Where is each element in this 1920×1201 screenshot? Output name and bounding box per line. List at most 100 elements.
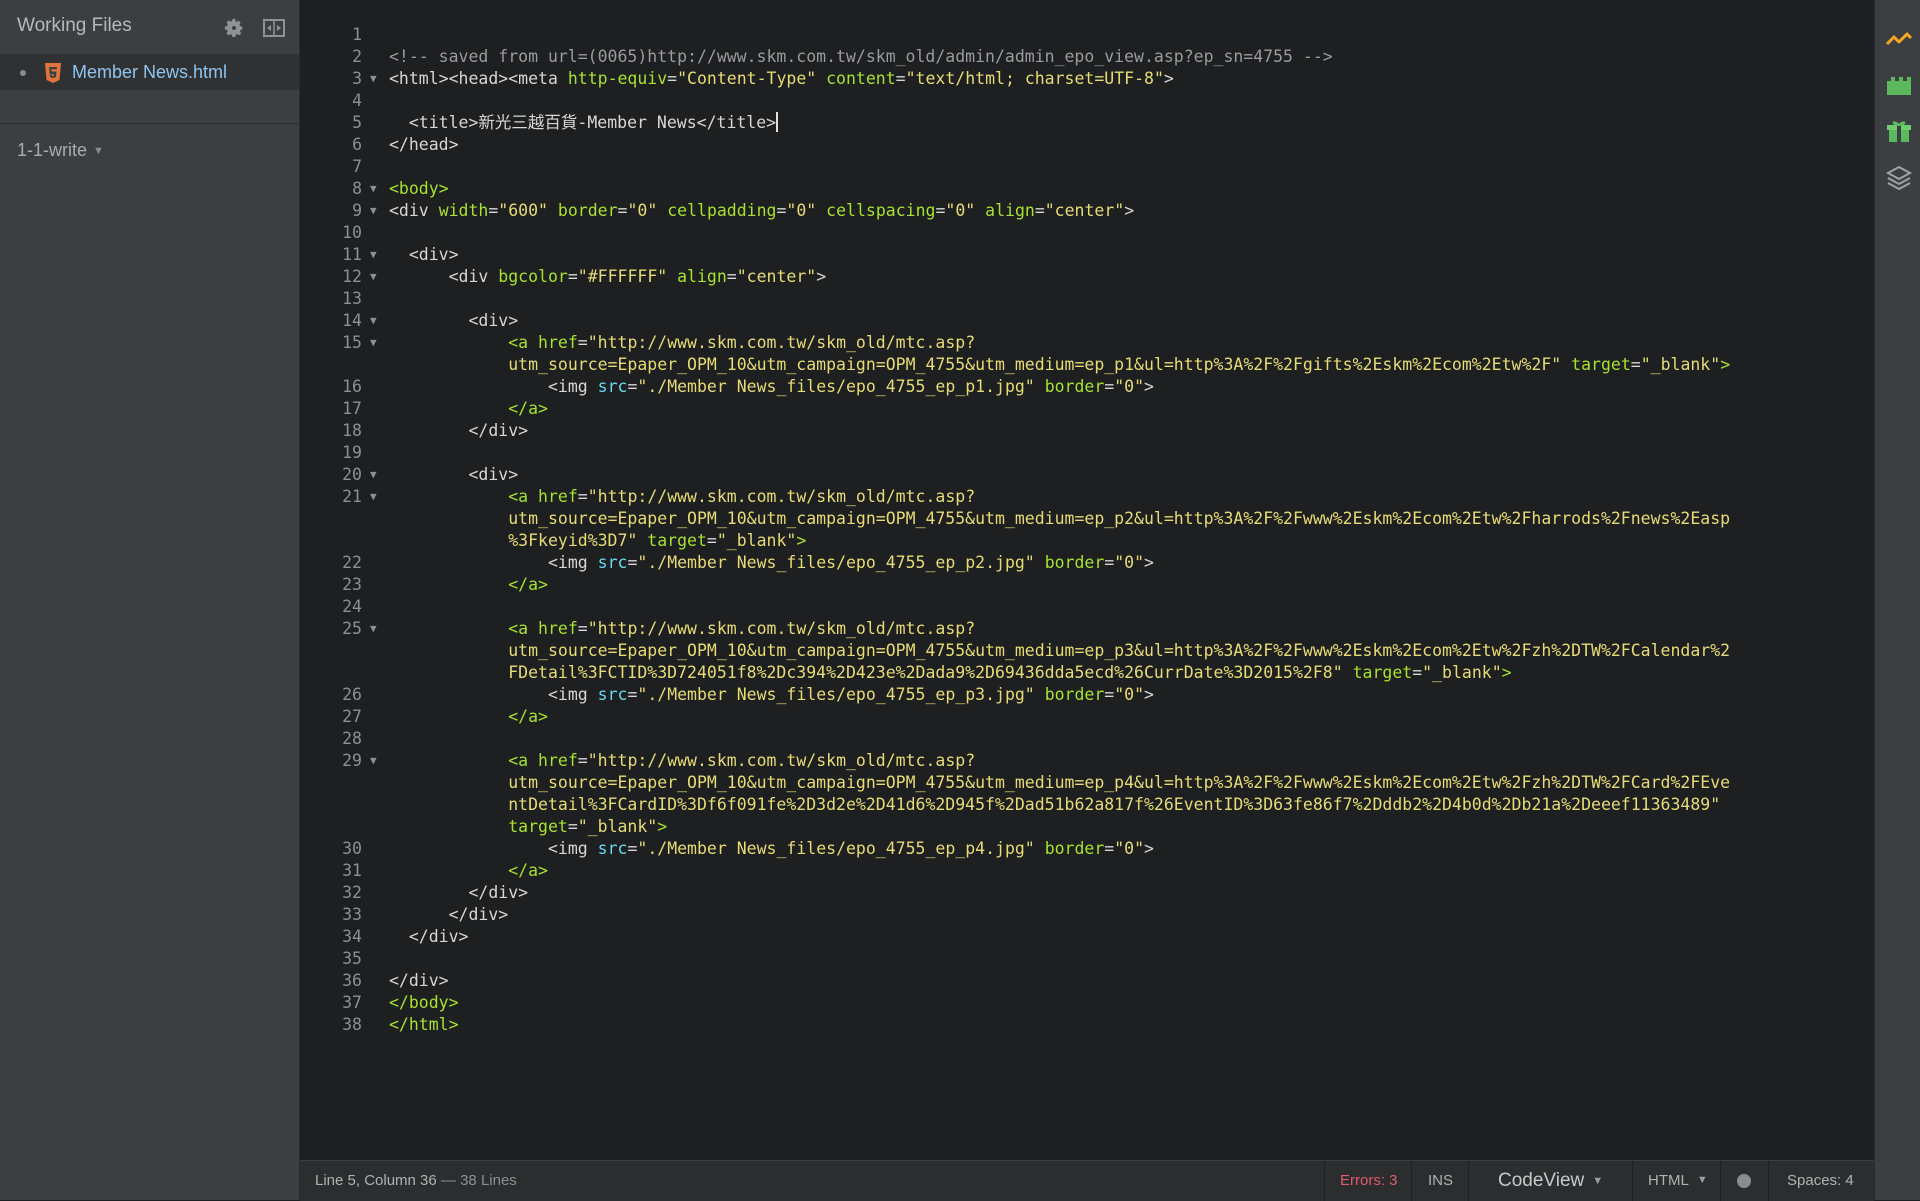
line-number: 26 <box>342 685 362 704</box>
code-editor[interactable]: 1 2 <!-- saved from url=(0065)http://www.… <box>300 0 1874 1160</box>
chevron-down-icon: ▼ <box>93 145 104 157</box>
fold-arrow-icon[interactable]: ▼ <box>370 178 377 200</box>
line-number: 33 <box>342 905 362 924</box>
code-line: 24 <box>300 596 1874 618</box>
line-number: 29 <box>342 751 362 770</box>
code-text: <div> <box>389 465 519 484</box>
code-line: 11 ▼ <div> <box>300 244 1874 266</box>
cursor-position-text: Line 5, Column 36 <box>315 1172 437 1189</box>
gear-icon[interactable] <box>223 17 245 39</box>
code-line: 7 <box>300 156 1874 178</box>
code-text: </a> <box>389 575 548 594</box>
line-number: 37 <box>342 993 362 1012</box>
code-line: 19 <box>300 442 1874 464</box>
line-number: 38 <box>342 1015 362 1034</box>
line-number: 32 <box>342 883 362 902</box>
line-number: 27 <box>342 707 362 726</box>
code-line: 37 </body> <box>300 992 1874 1014</box>
file-bullet-icon <box>20 70 26 76</box>
file-name[interactable]: Member News.html <box>72 62 227 83</box>
layers-icon[interactable] <box>1885 164 1913 192</box>
code-text: %3Fkeyid%3D7" target="_blank"> <box>508 531 807 550</box>
extension-manager-icon[interactable] <box>1885 71 1913 99</box>
fold-arrow-icon[interactable]: ▼ <box>370 244 377 266</box>
code-line: 25 ▼ <a href="http://www.skm.com.tw/skm_o… <box>300 618 1874 640</box>
line-number: 6 <box>352 135 362 154</box>
line-number: 34 <box>342 927 362 946</box>
code-text: <div> <box>389 311 519 330</box>
code-line-wrap: utm_source=Epaper_OPM_10&utm_campaign=OP… <box>300 508 1874 530</box>
status-divider <box>1720 1161 1721 1201</box>
code-line: 8 ▼ <body> <box>300 178 1874 200</box>
line-number: 12 <box>342 267 362 286</box>
fold-arrow-icon[interactable]: ▼ <box>370 332 377 354</box>
fold-arrow-icon[interactable]: ▼ <box>370 266 377 288</box>
line-number: 8 <box>352 179 362 198</box>
code-text: </div> <box>389 927 469 946</box>
live-preview-icon[interactable] <box>1885 26 1913 54</box>
code-text: <img src="./Member News_files/epo_4755_e… <box>547 685 1154 704</box>
line-number: 35 <box>342 949 362 968</box>
code-line: 14 ▼ <div> <box>300 310 1874 332</box>
errors-indicator[interactable]: Errors: 3 <box>1340 1172 1398 1189</box>
code-text: </a> <box>389 399 548 418</box>
fold-arrow-icon[interactable]: ▼ <box>370 618 377 640</box>
code-line: 1 <box>300 24 1874 46</box>
fold-arrow-icon[interactable]: ▼ <box>370 486 377 508</box>
line-number: 20 <box>342 465 362 484</box>
code-text: utm_source=Epaper_OPM_10&utm_campaign=OP… <box>508 773 1731 792</box>
code-line: 5 <title>新光三越百貨-Member News</title> <box>300 112 1874 134</box>
code-line: 12 ▼ <div bgcolor="#FFFFFF" align="center… <box>300 266 1874 288</box>
line-number: 4 <box>352 91 362 110</box>
code-text: utm_source=Epaper_OPM_10&utm_campaign=OP… <box>508 509 1731 528</box>
code-line-wrap: utm_source=Epaper_OPM_10&utm_campaign=OP… <box>300 772 1874 794</box>
code-text: </html> <box>389 1015 459 1034</box>
code-line-wrap: utm_source=Epaper_OPM_10&utm_campaign=OP… <box>300 354 1874 376</box>
code-line: 35 <box>300 948 1874 970</box>
line-number: 28 <box>342 729 362 748</box>
fold-arrow-icon[interactable]: ▼ <box>370 200 377 222</box>
split-view-icon[interactable] <box>263 18 285 38</box>
fold-arrow-icon[interactable]: ▼ <box>370 310 377 332</box>
line-number: 5 <box>352 113 362 132</box>
code-line: 2 <!-- saved from url=(0065)http://www.sk… <box>300 46 1874 68</box>
cursor-position: Line 5, Column 36 — 38 Lines <box>315 1172 517 1189</box>
line-number: 1 <box>352 25 362 44</box>
insert-mode-toggle[interactable]: INS <box>1428 1172 1453 1189</box>
code-line: 18 </div> <box>300 420 1874 442</box>
line-number: 19 <box>342 443 362 462</box>
code-line: 29 ▼ <a href="http://www.skm.com.tw/skm_o… <box>300 750 1874 772</box>
status-divider <box>1632 1161 1633 1201</box>
line-number: 3 <box>352 69 362 88</box>
fold-arrow-icon[interactable]: ▼ <box>370 68 377 90</box>
gift-icon[interactable] <box>1885 117 1913 145</box>
project-name: 1-1-write <box>17 140 88 160</box>
status-divider <box>1768 1161 1769 1201</box>
code-line: 30 <img src="./Member News_files/epo_475… <box>300 838 1874 860</box>
line-number: 13 <box>342 289 362 308</box>
fold-arrow-icon[interactable]: ▼ <box>370 750 377 772</box>
view-mode-dropdown[interactable]: CodeView ▼ <box>1498 1170 1603 1192</box>
project-dropdown[interactable]: 1-1-write ▼ <box>17 140 104 161</box>
code-line: 23 </a> <box>300 574 1874 596</box>
code-line: 34 </div> <box>300 926 1874 948</box>
code-line: 15 ▼ <a href="http://www.skm.com.tw/skm_o… <box>300 332 1874 354</box>
code-line: 22 <img src="./Member News_files/epo_475… <box>300 552 1874 574</box>
code-text: utm_source=Epaper_OPM_10&utm_campaign=OP… <box>508 355 1731 374</box>
fold-arrow-icon[interactable]: ▼ <box>370 464 377 486</box>
code-line-wrap: %3Fkeyid%3D7" target="_blank"> <box>300 530 1874 552</box>
code-line: 4 <box>300 90 1874 112</box>
code-text: <title>新光三越百貨-Member News</title> <box>408 112 779 132</box>
linter-status-icon[interactable] <box>1737 1174 1751 1188</box>
code-line-wrap: ntDetail%3FCardID%3Df6f091fe%2D3d2e%2D41… <box>300 794 1874 816</box>
line-number: 11 <box>342 245 362 264</box>
working-files-header: Working Files <box>0 0 299 54</box>
language-dropdown[interactable]: HTML ▼ <box>1648 1172 1708 1189</box>
indentation-setting[interactable]: Spaces: 4 <box>1787 1172 1854 1189</box>
code-line-wrap: utm_source=Epaper_OPM_10&utm_campaign=OP… <box>300 640 1874 662</box>
code-line: 32 </div> <box>300 882 1874 904</box>
sidebar-divider <box>0 123 299 124</box>
line-number: 9 <box>352 201 362 220</box>
line-number: 22 <box>342 553 362 572</box>
code-line: 26 <img src="./Member News_files/epo_475… <box>300 684 1874 706</box>
